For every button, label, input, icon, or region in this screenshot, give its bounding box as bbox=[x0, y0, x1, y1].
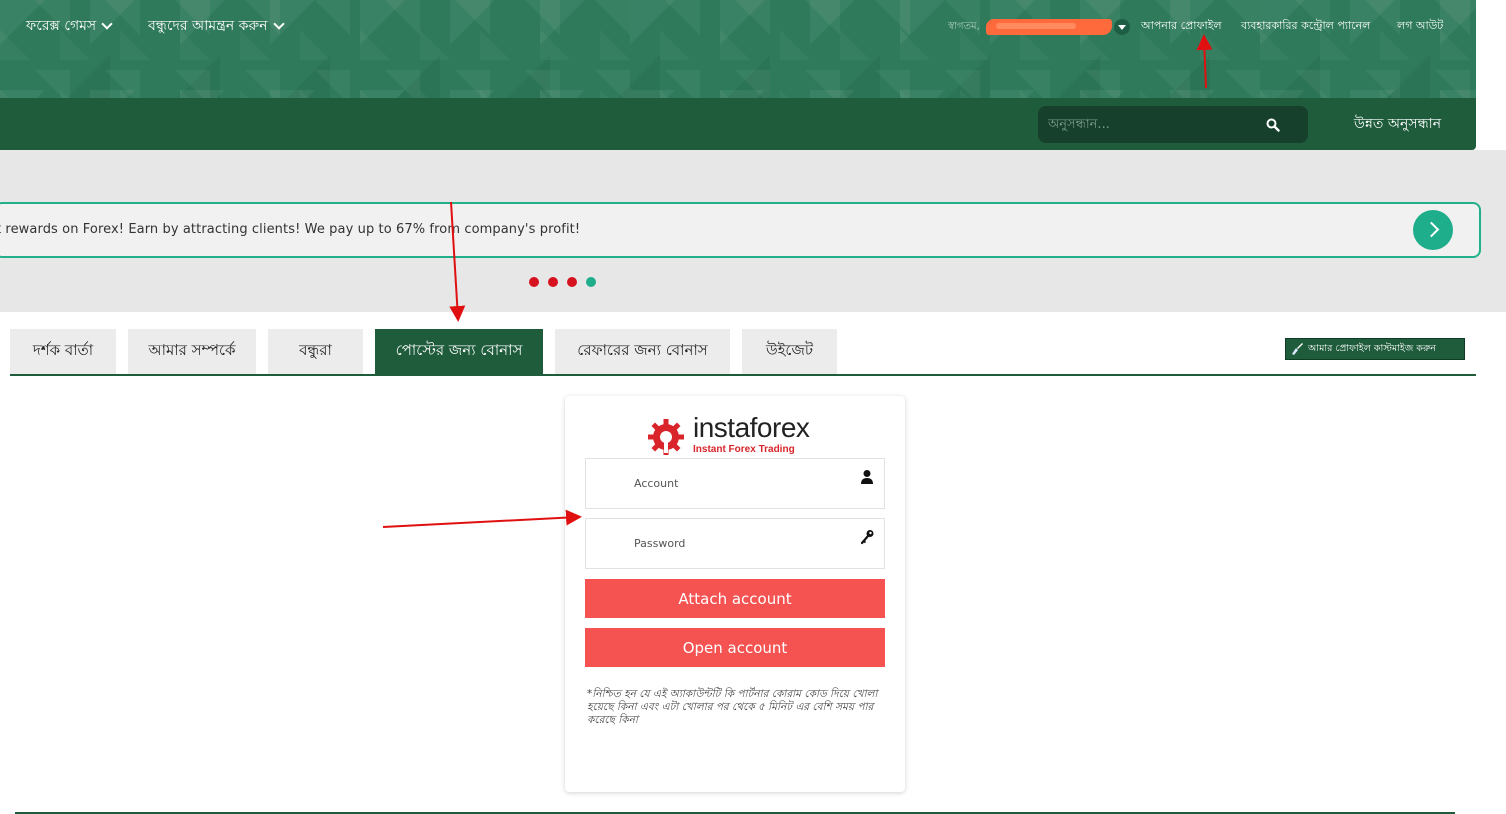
greeting-text: স্বাগতম, bbox=[948, 20, 980, 32]
tab-underline bbox=[10, 374, 1476, 376]
control-panel-link[interactable]: ব্যবহারকারির কন্ট্রোল প্যানেল bbox=[1241, 17, 1370, 36]
search-input[interactable] bbox=[1038, 106, 1258, 143]
open-account-button[interactable]: Open account bbox=[585, 628, 885, 667]
tab-visitor-messages[interactable]: দর্শক বার্তা bbox=[10, 329, 116, 374]
gear-logo-icon bbox=[648, 419, 684, 455]
promo-banner-area: t rewards on Forex! Earn by attracting c… bbox=[0, 150, 1506, 312]
account-field bbox=[585, 458, 885, 509]
banner-next-button[interactable] bbox=[1413, 210, 1453, 250]
tab-post-bonus[interactable]: পোস্টের জন্য বোনাস bbox=[375, 329, 543, 374]
account-input[interactable] bbox=[586, 459, 846, 508]
tab-widget[interactable]: উইজেট bbox=[742, 329, 837, 374]
key-icon bbox=[860, 530, 874, 545]
nav-item-label: বন্ধুদের আমন্ত্রন করুন bbox=[148, 18, 268, 34]
nav-item-label: ফরেক্স গেমস bbox=[26, 18, 97, 34]
user-menu-dropdown-icon[interactable] bbox=[1113, 19, 1130, 35]
logo-wordmark: instaforex bbox=[693, 412, 810, 443]
account-note: *নিশ্চিত হন যে এই অ্যাকাউন্টটি কি পার্টন… bbox=[587, 688, 878, 726]
nav-item-invite-friends[interactable]: বন্ধুদের আমন্ত্রন করুন bbox=[148, 0, 285, 52]
password-field bbox=[585, 518, 885, 569]
logout-link[interactable]: লগ আউট bbox=[1397, 17, 1443, 36]
attach-account-button[interactable]: Attach account bbox=[585, 579, 885, 618]
paint-brush-icon bbox=[1292, 343, 1303, 355]
attach-account-card: instaforex Instant Forex Trading Attach … bbox=[565, 396, 905, 792]
chevron-down-icon bbox=[101, 18, 113, 30]
carousel-dot[interactable] bbox=[548, 277, 558, 287]
chevron-down-icon bbox=[272, 18, 285, 30]
tab-referral-bonus[interactable]: রেফারের জন্য বোনাস bbox=[555, 329, 730, 374]
carousel-dot[interactable] bbox=[529, 277, 539, 287]
tab-about-me[interactable]: আমার সম্পর্কে bbox=[128, 329, 256, 374]
promo-banner-text: t rewards on Forex! Earn by attracting c… bbox=[0, 222, 581, 237]
user-greeting: স্বাগতম, bbox=[948, 17, 1130, 37]
carousel-dot[interactable] bbox=[567, 277, 577, 287]
user-icon bbox=[861, 470, 873, 484]
search-icon[interactable] bbox=[1266, 118, 1280, 132]
nav-item-forex-games[interactable]: ফরেক্স গেমস bbox=[26, 0, 113, 52]
customize-profile-button[interactable]: আমার প্রোফাইল কাস্টমাইজ করুন bbox=[1285, 338, 1465, 360]
advanced-search-link[interactable]: উন্নত অনুসন্ধান bbox=[1354, 98, 1441, 150]
password-input[interactable] bbox=[586, 519, 846, 568]
search-box bbox=[1038, 106, 1308, 143]
logo-tagline: Instant Forex Trading bbox=[693, 444, 795, 455]
promo-banner[interactable]: t rewards on Forex! Earn by attracting c… bbox=[0, 202, 1481, 258]
arrow-to-password-field bbox=[382, 509, 582, 528]
carousel-dot-active[interactable] bbox=[586, 277, 596, 287]
instaforex-logo: instaforex Instant Forex Trading bbox=[647, 410, 827, 456]
profile-link[interactable]: আপনার প্রোফাইল bbox=[1141, 17, 1222, 36]
redacted-username[interactable] bbox=[985, 19, 1112, 35]
customize-profile-label: আমার প্রোফাইল কাস্টমাইজ করুন bbox=[1308, 342, 1436, 354]
tab-friends[interactable]: বন্ধুরা bbox=[268, 329, 363, 374]
